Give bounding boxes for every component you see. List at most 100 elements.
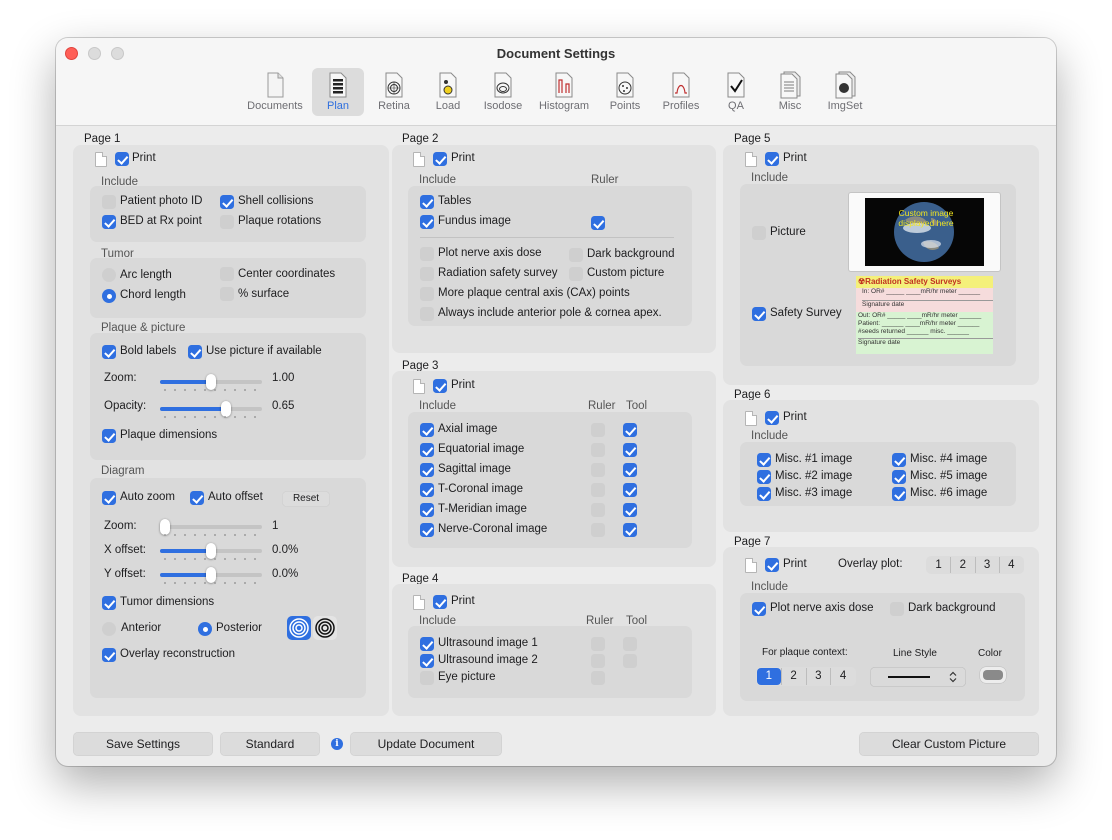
page3-item-checkbox[interactable] [420, 443, 434, 457]
page4-item-ruler-checkbox[interactable] [591, 671, 605, 685]
bed-rx-checkbox[interactable] [102, 215, 116, 229]
x-offset-slider[interactable] [160, 543, 262, 559]
misc-image-checkbox[interactable] [892, 453, 906, 467]
page1-print-checkbox[interactable] [115, 152, 129, 166]
page7-plot-nerve-checkbox[interactable] [752, 602, 766, 616]
clear-custom-picture-button[interactable]: Clear Custom Picture [859, 732, 1039, 756]
zoom-slider-knob[interactable] [206, 374, 216, 390]
page3-item-checkbox[interactable] [420, 483, 434, 497]
page3-item-tool-checkbox[interactable] [623, 463, 637, 477]
overlay-plot-option[interactable]: 2 [950, 557, 974, 573]
plaque-context-selector[interactable]: 1 2 3 4 [756, 667, 856, 686]
toolbar-qa[interactable]: QA [716, 68, 756, 116]
page3-item-tool-checkbox[interactable] [623, 443, 637, 457]
toolbar-misc[interactable]: Misc [768, 68, 812, 116]
toolbar-histogram[interactable]: Histogram [534, 68, 594, 116]
page4-item-tool-checkbox[interactable] [623, 637, 637, 651]
anterior-radio[interactable] [102, 622, 116, 636]
toolbar-load[interactable]: Load [426, 68, 470, 116]
misc-image-checkbox[interactable] [892, 487, 906, 501]
toolbar-plan[interactable]: Plan [312, 68, 364, 116]
page2-print-checkbox[interactable] [433, 152, 447, 166]
target-anterior-button[interactable] [313, 616, 337, 640]
fundus-ruler-checkbox[interactable] [591, 216, 605, 230]
page3-item-checkbox[interactable] [420, 523, 434, 537]
page7-dark-bg-checkbox[interactable] [890, 602, 904, 616]
page4-print-checkbox[interactable] [433, 595, 447, 609]
center-coords-checkbox[interactable] [220, 267, 234, 281]
pct-surface-checkbox[interactable] [220, 287, 234, 301]
overlay-plot-option[interactable]: 1 [927, 557, 950, 573]
patient-photo-checkbox[interactable] [102, 195, 116, 209]
update-document-button[interactable]: Update Document [350, 732, 502, 756]
page4-item-ruler-checkbox[interactable] [591, 654, 605, 668]
safety-survey-checkbox[interactable] [752, 307, 766, 321]
overlay-plot-option[interactable]: 4 [998, 557, 1023, 573]
plaque-context-option[interactable]: 2 [780, 668, 806, 685]
page3-item-tool-checkbox[interactable] [623, 483, 637, 497]
toolbar-imgset[interactable]: ImgSet [822, 68, 868, 116]
standard-button[interactable]: Standard [220, 732, 320, 756]
plaque-context-option[interactable]: 4 [830, 668, 855, 685]
y-offset-slider[interactable] [160, 567, 262, 583]
page5-print-checkbox[interactable] [765, 152, 779, 166]
toolbar-isodose[interactable]: Isodose [478, 68, 528, 116]
picture-checkbox[interactable] [752, 226, 766, 240]
plot-nerve-checkbox[interactable] [420, 247, 434, 261]
page6-print-checkbox[interactable] [765, 411, 779, 425]
opacity-slider-knob[interactable] [221, 401, 232, 417]
overlay-plot-selector[interactable]: 1 2 3 4 [926, 556, 1024, 574]
info-icon[interactable]: i [331, 738, 343, 750]
page7-print-checkbox[interactable] [765, 558, 779, 572]
plaque-dims-checkbox[interactable] [102, 429, 116, 443]
page4-item-checkbox[interactable] [420, 671, 434, 685]
page3-item-tool-checkbox[interactable] [623, 523, 637, 537]
line-style-popup[interactable] [870, 667, 966, 687]
fundus-checkbox[interactable] [420, 215, 434, 229]
chord-length-radio[interactable] [102, 289, 116, 303]
page4-item-tool-checkbox[interactable] [623, 654, 637, 668]
plaque-context-option[interactable]: 1 [757, 668, 781, 685]
page4-item-checkbox[interactable] [420, 637, 434, 651]
toolbar-points[interactable]: Points [602, 68, 648, 116]
custom-picture-preview[interactable]: Custom image displayed here [848, 192, 1001, 272]
page3-item-tool-checkbox[interactable] [623, 503, 637, 517]
page3-item-checkbox[interactable] [420, 503, 434, 517]
posterior-radio[interactable] [198, 622, 212, 636]
more-cax-checkbox[interactable] [420, 287, 434, 301]
x-offset-slider-knob[interactable] [206, 543, 216, 559]
diagram-zoom-slider-knob[interactable] [160, 519, 170, 535]
custom-picture-checkbox[interactable] [569, 267, 583, 281]
diagram-zoom-slider[interactable] [160, 519, 262, 535]
page3-item-ruler-checkbox[interactable] [591, 523, 605, 537]
page3-item-checkbox[interactable] [420, 423, 434, 437]
arc-length-radio[interactable] [102, 268, 116, 282]
auto-zoom-checkbox[interactable] [102, 491, 116, 505]
opacity-slider[interactable] [160, 401, 262, 417]
use-picture-checkbox[interactable] [188, 345, 202, 359]
page3-item-tool-checkbox[interactable] [623, 423, 637, 437]
toolbar-documents[interactable]: Documents [242, 68, 308, 116]
plaque-rotations-checkbox[interactable] [220, 215, 234, 229]
page3-item-ruler-checkbox[interactable] [591, 423, 605, 437]
color-well[interactable] [980, 667, 1006, 683]
page3-item-ruler-checkbox[interactable] [591, 483, 605, 497]
shell-collisions-checkbox[interactable] [220, 195, 234, 209]
anterior-pole-checkbox[interactable] [420, 307, 434, 321]
save-settings-button[interactable]: Save Settings [73, 732, 213, 756]
zoom-slider[interactable] [160, 374, 262, 390]
plaque-context-option[interactable]: 3 [805, 668, 831, 685]
page3-item-checkbox[interactable] [420, 463, 434, 477]
auto-offset-checkbox[interactable] [190, 491, 204, 505]
page4-item-ruler-checkbox[interactable] [591, 637, 605, 651]
misc-image-checkbox[interactable] [757, 470, 771, 484]
dark-bg-checkbox[interactable] [569, 248, 583, 262]
page3-print-checkbox[interactable] [433, 379, 447, 393]
bold-labels-checkbox[interactable] [102, 345, 116, 359]
reset-button[interactable]: Reset [282, 491, 330, 507]
toolbar-profiles[interactable]: Profiles [656, 68, 706, 116]
radiation-survey-checkbox[interactable] [420, 267, 434, 281]
overlay-recon-checkbox[interactable] [102, 648, 116, 662]
page3-item-ruler-checkbox[interactable] [591, 463, 605, 477]
page4-item-checkbox[interactable] [420, 654, 434, 668]
